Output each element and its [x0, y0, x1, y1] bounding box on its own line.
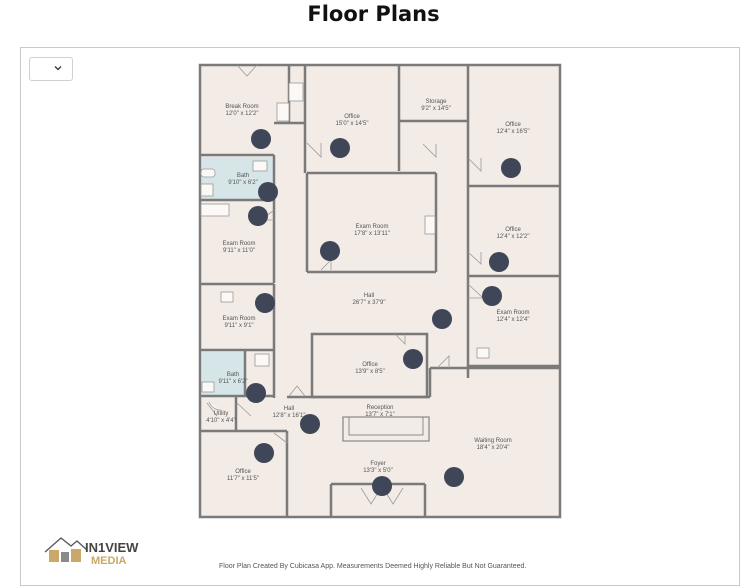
room-dims: 12'4" x 12'2" — [497, 234, 530, 240]
camera-marker-icon[interactable] — [248, 206, 268, 226]
camera-marker-icon[interactable] — [372, 476, 392, 496]
camera-marker-icon[interactable] — [246, 383, 266, 403]
logo-block — [49, 550, 59, 562]
room-dims: 9'11" x 6'2" — [218, 379, 247, 385]
room-name: Office — [505, 122, 521, 128]
camera-marker-icon[interactable] — [251, 129, 271, 149]
floor-plan-disclaimer: Floor Plan Created By Cubicasa App. Meas… — [219, 563, 527, 570]
room-name: Reception — [366, 405, 393, 411]
logo-brand-top: IN1VIEW — [85, 540, 139, 555]
room-name: Foyer — [370, 461, 385, 467]
camera-marker-icon[interactable] — [330, 138, 350, 158]
room-name: Office — [344, 114, 360, 120]
room-dims: 9'11" x 11'0" — [223, 248, 255, 254]
logo-block — [61, 552, 69, 562]
room-name: Waiting Room — [474, 438, 511, 444]
room-dims: 13'7" x 7'1" — [365, 412, 395, 418]
room-name: Utility — [214, 411, 229, 417]
room-dims: 11'7" x 11'5" — [227, 476, 259, 482]
camera-marker-icon[interactable] — [501, 158, 521, 178]
room-name: Exam Room — [222, 241, 255, 247]
room-name: Office — [362, 362, 378, 368]
camera-marker-icon[interactable] — [403, 349, 423, 369]
room-dims: 9'2" x 14'5" — [421, 106, 451, 112]
room-dims: 13'9" x 8'5" — [355, 369, 385, 375]
room-dims: 17'8" x 13'11" — [354, 231, 390, 237]
camera-marker-icon[interactable] — [489, 252, 509, 272]
logo-block — [71, 549, 81, 562]
room-dims: 12'4" x 16'5" — [497, 129, 530, 135]
room-name: Exam Room — [496, 310, 529, 316]
room-name: Office — [235, 469, 251, 475]
camera-marker-icon[interactable] — [432, 309, 452, 329]
room-name: Break Room — [225, 104, 258, 110]
floor-plan: Break Room 12'0" x 12'2" Office 15'0" x … — [198, 63, 562, 519]
floor-plan-viewer[interactable]: Break Room 12'0" x 12'2" Office 15'0" x … — [20, 47, 740, 586]
room-dims: 4'10" x 4'4" — [206, 418, 236, 424]
room-dims: 12'4" x 12'4" — [497, 317, 530, 323]
room-name: Bath — [237, 173, 249, 179]
camera-marker-icon[interactable] — [482, 286, 502, 306]
room-dims: 13'3" x 5'0" — [363, 468, 393, 474]
room-name: Hall — [364, 293, 374, 299]
room-name: Office — [505, 227, 521, 233]
camera-marker-icon[interactable] — [444, 467, 464, 487]
room-name: Bath — [227, 372, 239, 378]
room-dims: 15'0" x 14'5" — [336, 121, 369, 127]
room-name: Hall — [284, 406, 294, 412]
logo-brand-bottom: MEDIA — [91, 555, 127, 567]
room-name: Storage — [425, 99, 447, 105]
page-title: Floor Plans — [307, 2, 440, 26]
camera-marker-icon[interactable] — [300, 414, 320, 434]
room-dims: 12'8" x 16'1" — [273, 413, 306, 419]
room-dims: 9'10" x 6'2" — [228, 180, 258, 186]
room-name: Exam Room — [355, 224, 388, 230]
in1view-media-logo: IN1VIEW MEDIA — [44, 537, 139, 567]
room-dims: 26'7" x 37'9" — [353, 300, 386, 306]
camera-marker-icon[interactable] — [258, 182, 278, 202]
room-dims: 12'0" x 12'2" — [226, 111, 259, 117]
camera-marker-icon[interactable] — [255, 293, 275, 313]
room-dims: 18'4" x 20'4" — [477, 445, 510, 451]
room-dims: 9'11" x 9'1" — [224, 323, 253, 329]
room-name: Exam Room — [222, 316, 255, 322]
camera-marker-icon[interactable] — [320, 241, 340, 261]
camera-marker-icon[interactable] — [254, 443, 274, 463]
